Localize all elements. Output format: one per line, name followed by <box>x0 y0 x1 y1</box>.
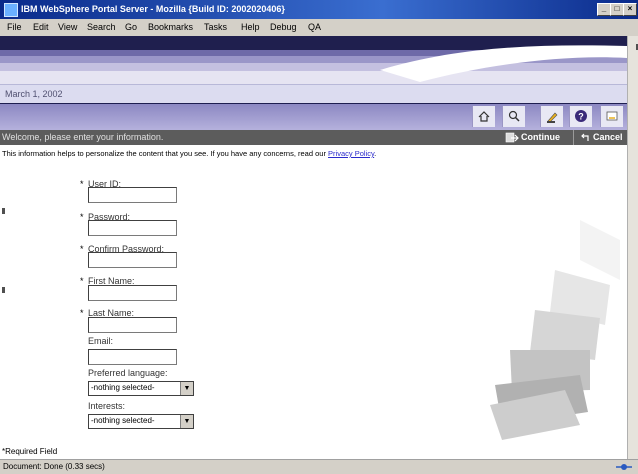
svg-text:?: ? <box>578 112 584 122</box>
confirm-password-field[interactable] <box>88 252 177 268</box>
help-icon[interactable]: ? <box>569 106 592 127</box>
preferred-language-label: Preferred language: <box>88 368 168 378</box>
left-edge-marker <box>2 287 5 293</box>
window-title: IBM WebSphere Portal Server - Mozilla {B… <box>21 4 285 14</box>
continue-button[interactable]: Continue <box>521 132 560 142</box>
email-field[interactable] <box>88 349 177 365</box>
menu-tasks[interactable]: Tasks <box>204 22 227 32</box>
preferred-language-select[interactable]: -nothing selected- ▼ <box>88 381 194 396</box>
continue-icon[interactable] <box>505 132 519 145</box>
welcome-bar: Welcome, please enter your information. … <box>0 130 627 145</box>
portal-date: March 1, 2002 <box>5 89 63 99</box>
menu-help[interactable]: Help <box>241 22 260 32</box>
chevron-down-icon[interactable]: ▼ <box>180 415 193 428</box>
interests-label: Interests: <box>88 401 126 411</box>
interests-select[interactable]: -nothing selected- ▼ <box>88 414 194 429</box>
browser-app-icon <box>4 3 18 17</box>
vertical-scrollbar[interactable] <box>627 36 638 459</box>
menu-edit[interactable]: Edit <box>33 22 49 32</box>
menu-bar: File Edit View Search Go Bookmarks Tasks… <box>0 19 638 37</box>
required-field-note: *Required Field <box>2 447 58 456</box>
search-icon[interactable] <box>502 106 525 127</box>
menu-bookmarks[interactable]: Bookmarks <box>148 22 193 32</box>
email-label: Email: <box>88 336 114 346</box>
menu-file[interactable]: File <box>7 22 22 32</box>
cancel-icon[interactable] <box>580 132 590 145</box>
decorative-pages-graphic <box>490 220 620 440</box>
date-band: March 1, 2002 <box>0 84 627 105</box>
menu-debug[interactable]: Debug <box>270 22 297 32</box>
first-name-field[interactable] <box>88 285 177 301</box>
menu-search[interactable]: Search <box>87 22 116 32</box>
privacy-policy-link[interactable]: Privacy Policy <box>328 149 374 158</box>
last-name-field[interactable] <box>88 317 177 333</box>
menu-qa[interactable]: QA <box>308 22 321 32</box>
edit-icon[interactable] <box>540 106 563 127</box>
left-edge-marker <box>2 208 5 214</box>
minimize-icon[interactable] <box>600 106 623 127</box>
portal-banner <box>0 36 627 84</box>
window-title-bar: IBM WebSphere Portal Server - Mozilla {B… <box>0 0 638 19</box>
welcome-message: Welcome, please enter your information. <box>2 132 164 142</box>
connection-icon <box>616 464 632 470</box>
portal-toolbar: ? <box>0 104 627 130</box>
user-id-field[interactable] <box>88 187 177 203</box>
divider <box>573 130 574 145</box>
minimize-window-button[interactable]: _ <box>597 3 611 16</box>
password-field[interactable] <box>88 220 177 236</box>
intro-text: This information helps to personalize th… <box>2 149 377 158</box>
status-text: Document: Done (0.33 secs) <box>3 462 105 471</box>
close-window-button[interactable]: × <box>623 3 637 16</box>
menu-go[interactable]: Go <box>125 22 137 32</box>
status-bar: Document: Done (0.33 secs) <box>0 459 638 474</box>
maximize-window-button[interactable]: □ <box>610 3 624 16</box>
banner-swoosh <box>0 36 627 84</box>
cancel-button[interactable]: Cancel <box>593 132 623 142</box>
menu-view[interactable]: View <box>58 22 77 32</box>
chevron-down-icon[interactable]: ▼ <box>180 382 193 395</box>
home-icon[interactable] <box>472 106 495 127</box>
